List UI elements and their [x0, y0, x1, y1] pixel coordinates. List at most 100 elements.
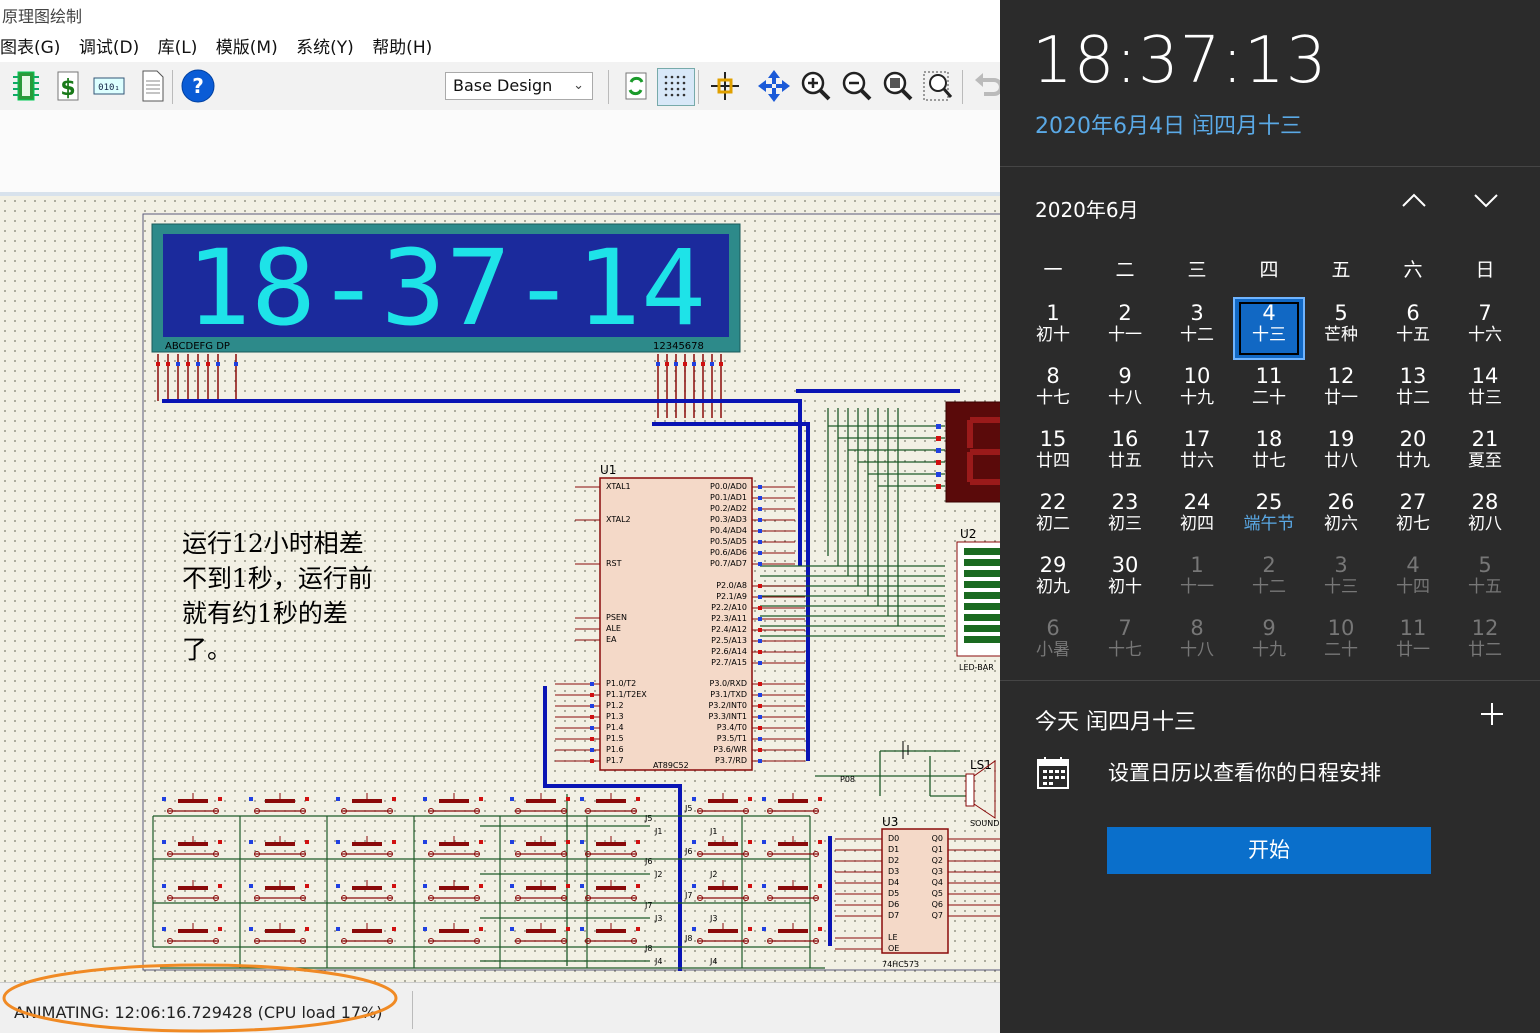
calendar-day[interactable]: 29 初九 [1017, 549, 1089, 612]
pan-icon[interactable] [756, 68, 792, 104]
day-number: 24 [1183, 490, 1211, 514]
document-icon[interactable] [134, 68, 170, 104]
calendar-day[interactable]: 12 廿一 [1305, 360, 1377, 423]
calendar-day[interactable]: 5 十五 [1449, 549, 1521, 612]
calendar-day[interactable]: 14 廿三 [1449, 360, 1521, 423]
menu-template[interactable]: 模版(M) [216, 38, 278, 58]
day-number: 21 [1471, 427, 1499, 451]
calendar-day[interactable]: 9 十八 [1089, 360, 1161, 423]
design-select[interactable]: Base Design ⌄ [445, 72, 593, 100]
binary-icon[interactable]: 010₁ [92, 68, 126, 104]
single-digit-display [936, 401, 1000, 503]
menu-graph[interactable]: 图表(G) [0, 38, 60, 58]
lunar-date: 初二 [1036, 514, 1070, 534]
calendar-icon [1036, 755, 1070, 795]
origin-crosshair-icon[interactable] [707, 68, 743, 104]
u2-led-bar: U2 LED-BAR [956, 527, 1000, 672]
calendar-day[interactable]: 8 十七 [1017, 360, 1089, 423]
lunar-date: 廿一 [1396, 640, 1430, 660]
calendar-day[interactable]: 6 小暑 [1017, 612, 1089, 675]
svg-text:J6: J6 [644, 857, 652, 866]
calendar-day[interactable]: 9 十九 [1233, 612, 1305, 675]
svg-text:J5: J5 [684, 804, 692, 813]
u1-pin-l11: P1.5 [606, 734, 624, 743]
calendar-day[interactable]: 7 十六 [1449, 297, 1521, 360]
u1-pin-r14: P2.6/A14 [711, 647, 747, 656]
calendar-day[interactable]: 20 廿九 [1377, 423, 1449, 486]
calendar-day[interactable]: 30 初十 [1089, 549, 1161, 612]
menu-system[interactable]: 系统(Y) [296, 38, 354, 58]
calendar-day[interactable]: 18 廿七 [1233, 423, 1305, 486]
chip-icon[interactable] [8, 68, 44, 104]
calendar-day[interactable]: 11 二十 [1233, 360, 1305, 423]
lunar-date: 十二 [1180, 325, 1214, 345]
u1-pin-l6: P1.0/T2 [606, 679, 636, 688]
zoom-in-icon[interactable] [797, 68, 833, 104]
u3-pin-r0: Q0 [932, 834, 943, 843]
menu-help[interactable]: 帮助(H) [372, 38, 432, 58]
calendar-day[interactable]: 23 初三 [1089, 486, 1161, 549]
calendar-day[interactable]: 13 廿二 [1377, 360, 1449, 423]
undo-icon[interactable] [970, 68, 1000, 104]
calendar-day[interactable]: 6 十五 [1377, 297, 1449, 360]
menu-debug[interactable]: 调试(D) [79, 38, 139, 58]
calendar-day[interactable]: 25 端午节 [1233, 486, 1305, 549]
calendar-day[interactable]: 7 十七 [1089, 612, 1161, 675]
menu-library[interactable]: 库(L) [158, 38, 198, 58]
calendar-day[interactable]: 26 初六 [1305, 486, 1377, 549]
calendar-day[interactable]: 3 十三 [1305, 549, 1377, 612]
calendar-day[interactable]: 24 初四 [1161, 486, 1233, 549]
add-event-icon[interactable] [1479, 700, 1505, 735]
zoom-area-icon[interactable] [920, 68, 956, 104]
help-icon[interactable]: ? [180, 68, 216, 104]
agenda-title: 今天 闰四月十三 [1035, 710, 1196, 735]
calendar-day[interactable]: 27 初七 [1377, 486, 1449, 549]
refresh-icon[interactable] [618, 68, 654, 104]
bill-of-materials-icon[interactable]: $ [50, 68, 86, 104]
clock-date[interactable]: 2020年6月4日 闰四月十三 [1035, 108, 1302, 140]
start-button[interactable]: 开始 [1107, 827, 1431, 874]
calendar-day[interactable]: 15 廿四 [1017, 423, 1089, 486]
svg-text:J8: J8 [644, 944, 652, 953]
u1-pin-l9: P1.3 [606, 712, 624, 721]
u1-ref: U1 [600, 463, 616, 477]
calendar-day[interactable]: 17 廿六 [1161, 423, 1233, 486]
calendar-day[interactable]: 21 夏至 [1449, 423, 1521, 486]
zoom-out-icon[interactable] [838, 68, 874, 104]
calendar-day[interactable]: 16 廿五 [1089, 423, 1161, 486]
calendar-day[interactable]: 1 初十 [1017, 297, 1089, 360]
calendar-day[interactable]: 11 廿一 [1377, 612, 1449, 675]
calendar-day[interactable]: 28 初八 [1449, 486, 1521, 549]
lunar-date: 廿五 [1108, 451, 1142, 471]
calendar-day[interactable]: 12 廿二 [1449, 612, 1521, 675]
zoom-fit-icon[interactable] [879, 68, 915, 104]
note-line-2: 不到1秒，运行前 [182, 564, 373, 593]
grid-toggle-icon[interactable] [657, 68, 695, 106]
lunar-date: 小暑 [1036, 640, 1070, 660]
next-month-icon[interactable] [1472, 190, 1500, 216]
menu-bar: 图表(G) 调试(D) 库(L) 模版(M) 系统(Y) 帮助(H) [0, 34, 1000, 62]
calendar-day[interactable]: 1 十一 [1161, 549, 1233, 612]
month-title[interactable]: 2020年6月 [1035, 194, 1139, 223]
calendar-day[interactable]: 8 十八 [1161, 612, 1233, 675]
prev-month-icon[interactable] [1400, 190, 1428, 216]
u1-pin-r21: P3.5/T1 [717, 734, 747, 743]
calendar-day[interactable]: 3 十二 [1161, 297, 1233, 360]
calendar-day[interactable]: 2 十二 [1233, 549, 1305, 612]
day-number: 10 [1183, 364, 1211, 388]
day-number: 9 [1118, 364, 1132, 388]
calendar-day[interactable]: 4 十四 [1377, 549, 1449, 612]
weekday-sun: 日 [1475, 259, 1495, 281]
calendar-day[interactable]: 22 初二 [1017, 486, 1089, 549]
calendar-day[interactable]: 19 廿八 [1305, 423, 1377, 486]
schematic-canvas[interactable]: 18-37-14 ABCDEFG DP 12345678 U1 AT89C52 … [0, 192, 1000, 986]
u1-pin-l5: EA [606, 635, 617, 644]
day-number: 27 [1399, 490, 1427, 514]
calendar-day[interactable]: 10 十九 [1161, 360, 1233, 423]
calendar-day[interactable]: 2 十一 [1089, 297, 1161, 360]
calendar-day[interactable]: 10 二十 [1305, 612, 1377, 675]
calendar-day[interactable]: 5 芒种 [1305, 297, 1377, 360]
lunar-date: 十五 [1396, 325, 1430, 345]
calendar-day-today[interactable]: 4 十三 [1233, 297, 1305, 360]
day-number: 2 [1118, 301, 1132, 325]
